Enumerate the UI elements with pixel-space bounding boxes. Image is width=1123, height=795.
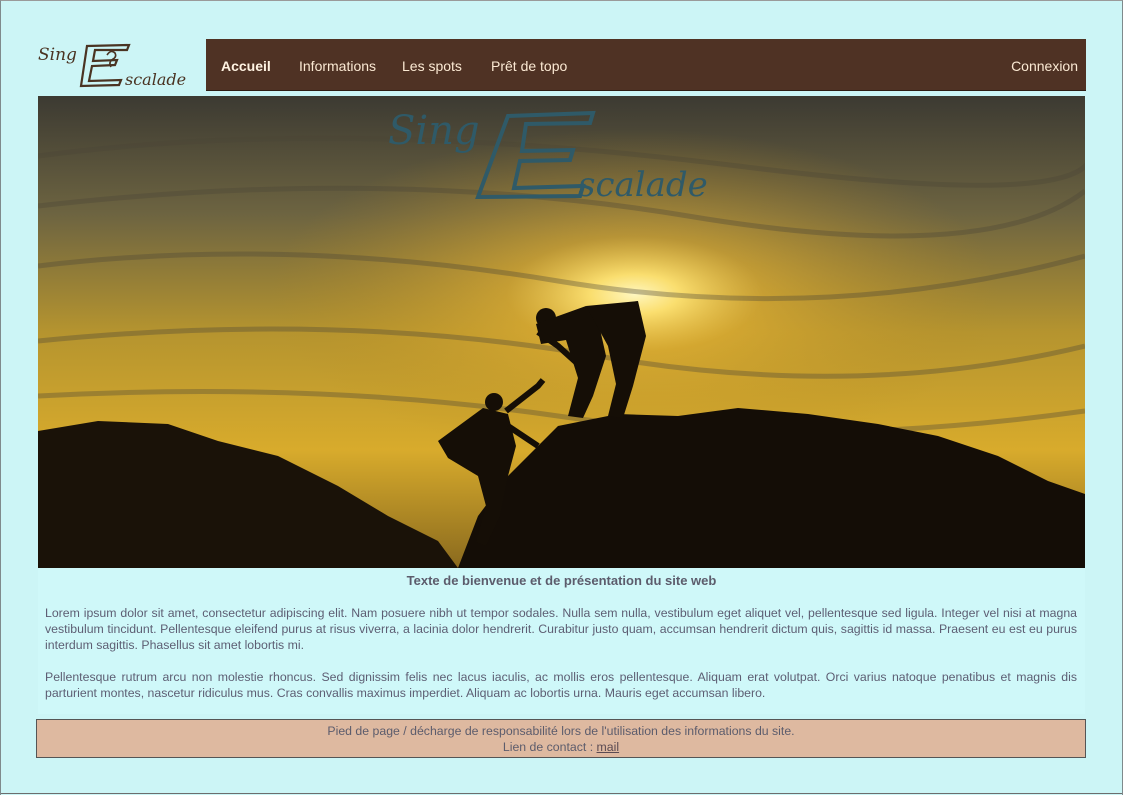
hero-banner: Sing scalade	[38, 96, 1085, 568]
svg-text:Sing: Sing	[388, 108, 480, 154]
login-link[interactable]: Connexion	[1011, 39, 1078, 91]
svg-text:Sing: Sing	[38, 45, 77, 65]
hero-image: Sing scalade	[38, 96, 1085, 568]
nav-item-pret-de-topo[interactable]: Prêt de topo	[491, 39, 567, 91]
site-logo[interactable]: Sing scalade	[37, 41, 203, 91]
bottom-divider	[1, 793, 1122, 794]
mail-link[interactable]: mail	[597, 740, 620, 754]
sing-escalade-logo-image: Sing scalade	[38, 43, 186, 89]
footer-disclaimer: Pied de page / décharge de responsabilit…	[327, 724, 795, 738]
page-footer: Pied de page / décharge de responsabilit…	[36, 719, 1086, 758]
nav-item-informations[interactable]: Informations	[299, 39, 376, 91]
intro-paragraph-1: Lorem ipsum dolor sit amet, consectetur …	[45, 606, 1077, 652]
footer-contact-line: Lien de contact : mail	[37, 739, 1085, 755]
intro-paragraph-2: Pellentesque rutrum arcu non molestie rh…	[45, 670, 1077, 700]
main-content: Texte de bienvenue et de présentation du…	[38, 568, 1085, 714]
svg-text:scalade: scalade	[578, 165, 708, 205]
intro-title: Texte de bienvenue et de présentation du…	[406, 573, 717, 588]
footer-contact-prefix: Lien de contact :	[502, 740, 597, 754]
svg-text:scalade: scalade	[125, 70, 186, 89]
nav-item-accueil[interactable]: Accueil	[221, 39, 271, 91]
main-navbar: Accueil Informations Les spots Prêt de t…	[206, 39, 1086, 91]
nav-item-les-spots[interactable]: Les spots	[402, 39, 462, 91]
